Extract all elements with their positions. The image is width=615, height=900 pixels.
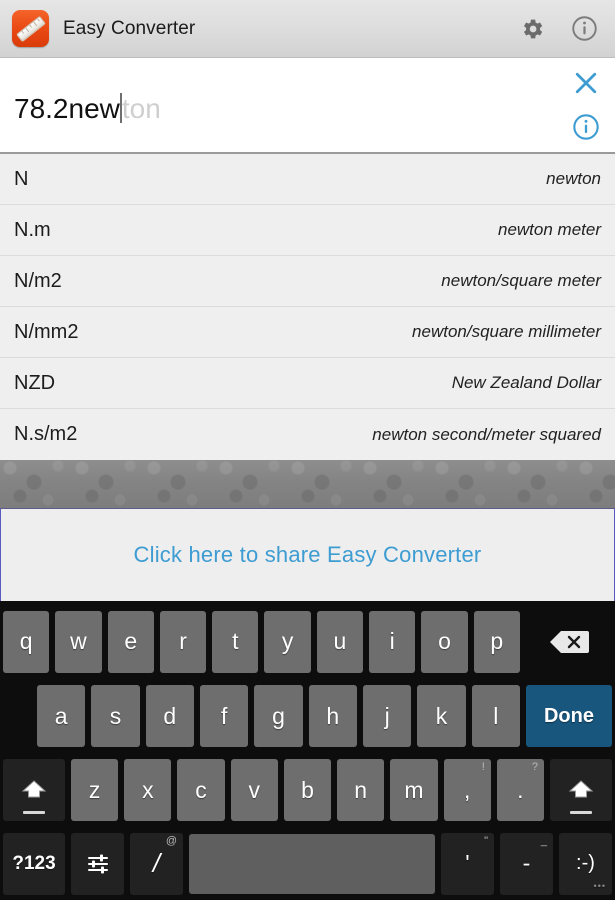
key-y[interactable]: y — [264, 610, 311, 673]
app-root: Easy Converter 78.2new ton N newton N.m … — [0, 0, 615, 900]
key-w[interactable]: w — [55, 610, 102, 673]
key-comma-sup: ! — [481, 761, 485, 773]
key-apostrophe[interactable]: " ' — [441, 832, 494, 895]
list-item[interactable]: N newton — [0, 154, 615, 205]
keyboard-settings-icon[interactable] — [71, 832, 124, 895]
key-q[interactable]: q — [3, 610, 50, 673]
textured-divider — [0, 460, 615, 509]
key-slash-sup: @ — [165, 834, 177, 847]
key-p[interactable]: p — [473, 610, 520, 673]
shift-arrow-icon[interactable] — [3, 759, 65, 821]
unit-code: NZD — [14, 371, 56, 394]
unit-name: newton meter — [498, 220, 601, 239]
unit-name: New Zealand Dollar — [451, 373, 601, 392]
key-dash-sup: _ — [540, 834, 547, 847]
key-k[interactable]: k — [417, 685, 466, 747]
search-autocomplete-text: ton — [121, 92, 161, 124]
key-j[interactable]: j — [362, 685, 412, 747]
key-e[interactable]: e — [107, 610, 154, 673]
search-actions — [569, 58, 603, 152]
key-comma[interactable]: ! , — [443, 759, 491, 821]
info-circle-icon[interactable] — [569, 110, 603, 144]
search-typed-text: 78.2new — [14, 92, 120, 124]
suggestion-list: N newton N.m newton meter N/m2 newton/sq… — [0, 154, 615, 460]
unit-name: newton/square meter — [441, 271, 601, 290]
unit-name: newton — [546, 169, 601, 188]
key-o[interactable]: o — [421, 610, 468, 673]
key-m[interactable]: m — [390, 759, 438, 821]
key-period-sup: ? — [531, 761, 538, 773]
key-dash[interactable]: _ - — [500, 832, 553, 895]
share-banner-label: Click here to share Easy Converter — [133, 542, 482, 567]
shift-arrow-icon[interactable] — [549, 759, 612, 821]
search-input[interactable]: 78.2new ton — [0, 88, 161, 123]
key-i[interactable]: i — [369, 610, 416, 673]
on-screen-keyboard: q w e r t y u i o p a s d f g h j k l Do… — [0, 601, 615, 900]
close-x-icon[interactable] — [569, 66, 603, 100]
emoji-key-more-dots: ••• — [593, 880, 606, 891]
key-d[interactable]: d — [145, 685, 194, 747]
list-item[interactable]: N.s/m2 newton second/meter squared — [0, 409, 615, 460]
unit-name: newton/square millimeter — [412, 322, 601, 341]
key-s[interactable]: s — [91, 685, 140, 747]
shift-underbar — [569, 811, 592, 814]
keyboard-row-4: ?123 @ / " ' _ -:-) ••• — [0, 827, 615, 900]
unit-code: N.s/m2 — [14, 423, 78, 445]
done-button[interactable]: Done — [525, 685, 612, 747]
keyboard-row-2: a s d f g h j k l Done — [0, 679, 615, 753]
key-u[interactable]: u — [316, 610, 364, 673]
list-item[interactable]: N.m newton meter — [0, 205, 615, 256]
space-key[interactable] — [189, 833, 435, 894]
action-bar: Easy Converter — [0, 0, 615, 58]
key-c[interactable]: c — [177, 759, 225, 821]
key-slash-label: / — [152, 848, 161, 878]
key-period-label: . — [517, 776, 524, 803]
info-circle-icon[interactable] — [567, 12, 601, 46]
backspace-icon[interactable] — [525, 610, 612, 673]
key-z[interactable]: z — [71, 759, 119, 821]
key-n[interactable]: n — [337, 759, 385, 821]
key-r[interactable]: r — [159, 610, 207, 673]
emoji-key[interactable]: :-) ••• — [559, 832, 612, 895]
search-bar[interactable]: 78.2new ton — [0, 58, 615, 154]
unit-name: newton second/meter squared — [372, 424, 601, 444]
keyboard-row-1: q w e r t y u i o p — [0, 604, 615, 679]
key-t[interactable]: t — [212, 610, 259, 673]
unit-code: N/m2 — [14, 269, 62, 292]
unit-code: N — [14, 167, 29, 190]
key-apostrophe-sup: " — [484, 834, 488, 847]
app-title: Easy Converter — [63, 17, 196, 39]
unit-code: N.m — [14, 218, 51, 241]
key-apostrophe-label: ' — [465, 850, 470, 876]
key-g[interactable]: g — [254, 685, 303, 747]
share-banner[interactable]: Click here to share Easy Converter — [0, 509, 615, 602]
key-a[interactable]: a — [37, 685, 86, 747]
list-item[interactable]: N/m2 newton/square meter — [0, 256, 615, 307]
keyboard-row-3: z x c v b n m ! , ? . — [0, 753, 615, 827]
emoji-key-label: :-) — [576, 852, 595, 874]
text-caret — [119, 92, 122, 123]
key-h[interactable]: h — [308, 685, 357, 747]
ruler-app-icon — [12, 10, 49, 47]
numeric-symbols-key[interactable]: ?123 — [3, 832, 65, 895]
key-b[interactable]: b — [283, 759, 332, 821]
unit-code: N/mm2 — [14, 320, 79, 343]
shift-underbar — [23, 811, 45, 814]
key-x[interactable]: x — [124, 759, 172, 821]
gear-icon[interactable] — [515, 12, 549, 46]
key-f[interactable]: f — [199, 685, 249, 747]
key-period[interactable]: ? . — [496, 759, 544, 821]
key-v[interactable]: v — [230, 759, 278, 821]
key-dash-label: - — [522, 850, 531, 876]
key-slash[interactable]: @ / — [130, 832, 183, 895]
key-l[interactable]: l — [471, 685, 520, 747]
list-item[interactable]: NZD New Zealand Dollar — [0, 358, 615, 409]
key-comma-label: , — [463, 776, 471, 803]
list-item[interactable]: N/mm2 newton/square millimeter — [0, 307, 615, 358]
